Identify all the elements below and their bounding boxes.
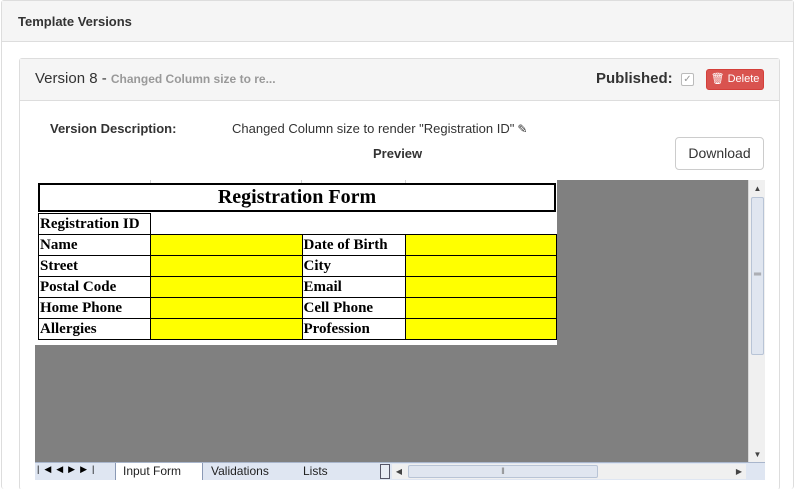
input-cell[interactable] [149,318,303,340]
description-value: Changed Column size to render "Registrat… [232,121,527,136]
version-number: Version 8 [35,70,98,87]
trash-icon: 🗑 [710,73,725,85]
input-cell[interactable] [149,234,303,256]
delete-button[interactable]: 🗑 Delete [706,69,764,90]
field-label[interactable]: Home Phone [38,297,151,319]
preview-label: Preview [373,146,423,161]
tab-input-form[interactable]: Input Form [115,463,203,480]
horizontal-scroll-thumb[interactable]: ‖ [408,465,598,478]
panel-title: Template Versions [2,1,793,42]
input-cell[interactable] [405,234,557,256]
field-label[interactable]: Allergies [38,318,151,340]
field-label[interactable]: Street [38,255,151,277]
field-label[interactable]: Name [38,234,151,256]
published-checkbox[interactable]: ✓ [681,73,694,86]
input-cell[interactable] [405,318,557,340]
table-row: Registration ID [38,213,557,235]
table-row: Postal Code Email [38,276,557,298]
field-label[interactable]: Cell Phone [301,297,407,319]
vertical-scroll-thumb[interactable]: ═ [751,197,764,355]
sheet-tab-bar: |◀◀▶▶| Input Form Validations Lists ◀ ‖ … [35,462,765,480]
tab-lists[interactable]: Lists [299,463,377,480]
field-label[interactable]: Profession [301,318,407,340]
description-text: Changed Column size to render "Registrat… [232,121,515,136]
vertical-scrollbar[interactable]: ▲ ═ ▼ [748,180,765,463]
version-heading: Version 8 - Changed Column size to re...… [20,59,779,101]
scroll-right-icon[interactable]: ▶ [732,464,746,479]
table-row: Allergies Profession [38,318,557,340]
registration-id-label[interactable]: Registration ID [38,213,151,235]
download-button[interactable]: Download [675,137,764,170]
sheet-cells: Registration Form Registration ID Name D… [35,180,557,345]
delete-label: Delete [727,73,760,85]
version-title: Version 8 - Changed Column size to re... [35,70,276,87]
template-versions-panel: Template Versions Version 8 - Changed Co… [1,0,794,489]
field-label[interactable]: Email [301,276,407,298]
table-row: Name Date of Birth [38,234,557,256]
version-separator: - [97,70,111,87]
version-subtitle: Changed Column size to re... [110,72,276,86]
input-cell[interactable] [405,276,557,298]
field-label[interactable]: City [301,255,407,277]
input-cell[interactable] [405,255,557,277]
spreadsheet-preview[interactable]: Registration Form Registration ID Name D… [35,180,765,480]
grip-icon: ═ [754,269,762,280]
scroll-down-icon[interactable]: ▼ [750,447,765,462]
version-panel: Version 8 - Changed Column size to re...… [19,58,780,489]
scroll-up-icon[interactable]: ▲ [750,181,765,196]
description-label: Version Description: [50,121,177,136]
table-row: Home Phone Cell Phone [38,297,557,319]
registration-id-cell[interactable] [150,214,556,235]
field-label[interactable]: Date of Birth [301,234,407,256]
sheet-nav-icons[interactable]: |◀◀▶▶| [37,464,99,475]
published-label: Published: [596,70,673,87]
input-cell[interactable] [149,255,303,277]
horizontal-scrollbar[interactable]: ◀ ‖ ▶ [392,464,746,479]
field-label[interactable]: Postal Code [38,276,151,298]
input-cell[interactable] [405,297,557,319]
form-table: Registration ID Name Date of Birth Stree… [38,213,557,340]
scroll-left-icon[interactable]: ◀ [392,464,406,479]
pencil-icon[interactable]: ✎ [517,122,527,136]
input-cell[interactable] [149,297,303,319]
input-cell[interactable] [149,276,303,298]
tab-validations[interactable]: Validations [207,463,295,480]
tab-splitter-handle[interactable] [380,464,390,479]
form-title: Registration Form [38,183,556,212]
table-row: Street City [38,255,557,277]
